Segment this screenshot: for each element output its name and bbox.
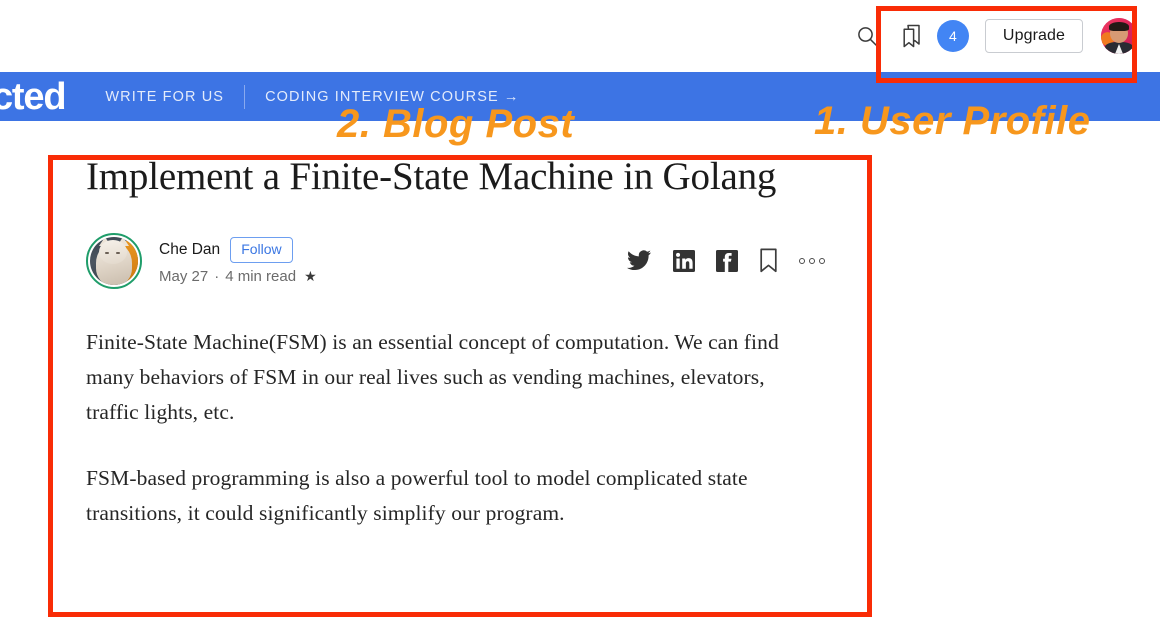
upgrade-button[interactable]: Upgrade	[984, 18, 1083, 54]
author-byline: Che Dan Follow May 27 · 4 min read ★	[86, 232, 831, 289]
linkedin-icon[interactable]	[673, 249, 695, 272]
author-name[interactable]: Che Dan	[159, 241, 220, 259]
twitter-icon[interactable]	[627, 250, 652, 271]
article-content: Implement a Finite-State Machine in Gola…	[0, 121, 825, 531]
article-paragraph: FSM-based programming is also a powerful…	[86, 466, 748, 526]
annotation-label-user-profile-fill: 1. User Profile	[814, 99, 1091, 143]
avatar-cat-head	[99, 239, 127, 264]
avatar-cat-eye-left	[105, 251, 109, 254]
page-root: 4 Upgrade cted WRITE FOR US CODING INTER…	[0, 0, 1160, 638]
byline-meta-row: May 27 · 4 min read ★	[159, 268, 627, 285]
avatar-cat-eye-right	[116, 251, 120, 254]
byline-text: Che Dan Follow May 27 · 4 min read ★	[159, 236, 627, 285]
publish-date: May 27	[159, 267, 209, 285]
site-logo[interactable]: cted	[0, 78, 67, 116]
reading-list-bookmark-icon[interactable]	[889, 14, 933, 58]
read-time: 4 min read	[225, 267, 297, 285]
blog-post-article: Implement a Finite-State Machine in Gola…	[0, 121, 1160, 531]
nav-link-write-for-us[interactable]: WRITE FOR US	[105, 89, 224, 105]
author-avatar[interactable]	[86, 232, 142, 289]
byline-author-row: Che Dan Follow	[159, 236, 627, 263]
post-title: Implement a Finite-State Machine in Gola…	[86, 155, 777, 198]
avatar-hair	[1109, 22, 1129, 31]
header-actions: 4 Upgrade	[845, 14, 1160, 58]
notification-count-badge[interactable]: 4	[936, 20, 969, 52]
meta-separator: ·	[214, 267, 220, 285]
user-profile-avatar[interactable]	[1101, 18, 1137, 54]
search-icon[interactable]	[845, 14, 889, 58]
annotation-label-blog-post: 2. Blog Post 2. Blog Post	[337, 102, 574, 147]
member-star-icon: ★	[304, 267, 317, 284]
bookmark-icon[interactable]	[759, 248, 778, 273]
share-actions	[627, 248, 831, 273]
article-paragraph: Finite-State Machine(FSM) is an essentia…	[86, 329, 779, 424]
annotation-label-blog-post-fill: 2. Blog Post	[337, 102, 575, 146]
facebook-icon[interactable]	[716, 249, 738, 272]
more-options-icon[interactable]	[799, 257, 825, 264]
top-header-bar: 4 Upgrade	[0, 0, 1160, 72]
annotation-label-user-profile: 1. User Profile 1. User Profile	[814, 99, 1091, 144]
follow-button[interactable]: Follow	[230, 236, 293, 263]
nav-separator	[244, 84, 246, 109]
author-avatar-photo	[90, 236, 138, 285]
